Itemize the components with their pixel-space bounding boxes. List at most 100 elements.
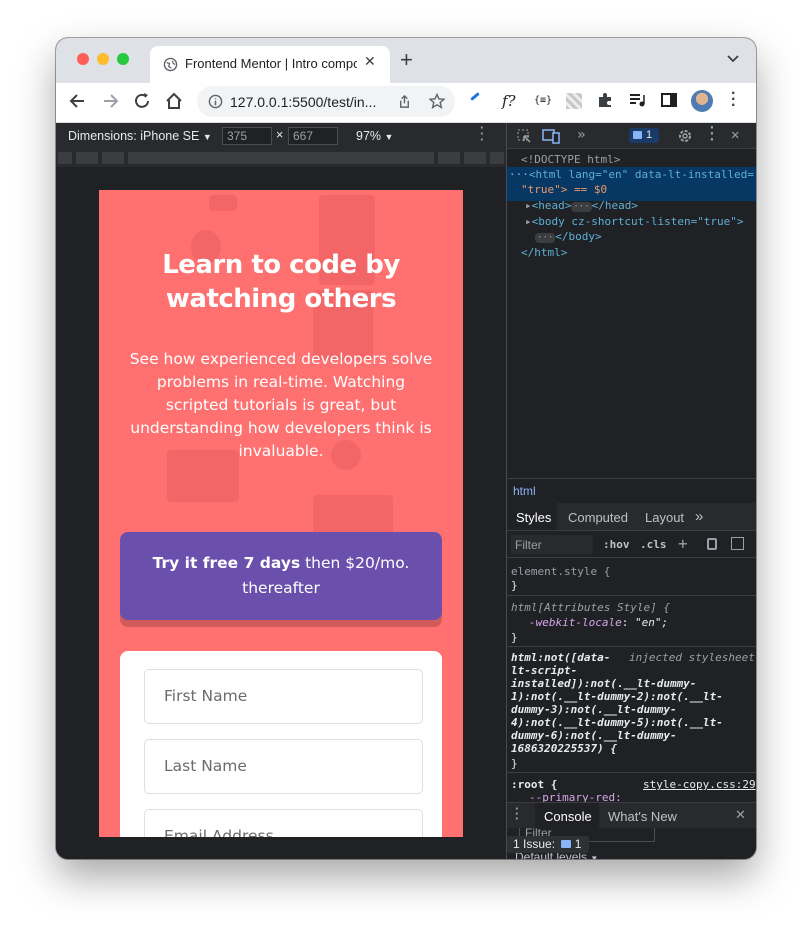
injected-selector-4: 1):not(.__lt-dummy-2):not(.__lt- [511,690,723,703]
browser-window: Frontend Mentor | Intro compo ✕ + 127.0.… [56,38,756,859]
attr-style-rule[interactable]: html[Attributes Style] { [511,601,756,614]
device-more-icon[interactable]: · · · [480,121,484,146]
tab-styles[interactable]: Styles [516,510,551,525]
tab-whats-new[interactable]: What's New [608,809,677,824]
close-window-button[interactable] [77,53,89,65]
breadcrumb: html [507,478,756,502]
zoom-window-button[interactable] [117,53,129,65]
chevron-down-icon[interactable] [726,52,740,66]
media-query-ruler[interactable] [56,149,506,167]
home-icon[interactable] [164,91,184,111]
issues-count: 1 [574,837,582,851]
add-rule-icon[interactable]: + [678,534,688,553]
globe-icon [163,57,178,72]
tab-console[interactable]: Console [544,809,592,824]
ellipsis-badge[interactable]: ··· [535,233,556,243]
signup-form: First Name Last Name Email Address [120,651,442,837]
email-field[interactable]: Email Address [144,809,423,837]
ellipsis-badge[interactable]: ··· [571,202,592,212]
new-tab-button[interactable]: + [400,49,413,71]
device-label: Dimensions: iPhone SE [68,129,200,143]
hov-toggle[interactable]: :hov [603,538,630,551]
element-style-rule[interactable]: element.style { [511,565,756,578]
profile-avatar[interactable] [691,90,713,112]
head-node[interactable]: ▸<head> ··· </head> [525,199,638,212]
first-name-field[interactable]: First Name [144,669,423,724]
minimize-window-button[interactable] [97,53,109,65]
extension-pattern-icon[interactable] [566,93,582,109]
browser-tab[interactable]: Frontend Mentor | Intro compo ✕ [150,46,390,83]
body-node[interactable]: ▸<body cz-shortcut-listen="true"> [525,215,744,228]
locale-prop: -webkit-locale [529,616,622,629]
styles-tabs: Styles Computed Layout » [507,503,756,531]
last-name-field[interactable]: Last Name [144,739,423,794]
rule-close: } [511,757,518,770]
tab-computed[interactable]: Computed [568,510,628,525]
device-dimensions-select[interactable]: Dimensions: iPhone SE ▼ [68,129,212,143]
zoom-select[interactable]: 97% ▼ [356,129,393,143]
hero-body: See how experienced developers solve pro… [129,350,433,460]
puzzle-icon[interactable] [596,91,614,109]
more-menu-icon[interactable]: · · · [731,86,736,114]
extension-json-icon[interactable]: {≡} [534,95,552,106]
share-icon[interactable] [397,94,412,109]
tab-close-icon[interactable]: ✕ [364,53,376,70]
injected-selector-2: lt-script- [511,664,578,677]
issues-counter[interactable]: 1 Issue: 1 [507,836,589,853]
html-open-line-2: "true"> == $0 [521,183,608,196]
forward-icon[interactable] [100,91,120,111]
injected-selector-6: 4):not(.__lt-dummy-5):not(.__lt- [511,716,723,729]
inspect-icon[interactable] [516,128,532,144]
trial-banner: Try it free 7 days then $20/mo. thereaft… [120,532,442,620]
side-panel-icon[interactable] [660,91,678,109]
issues-text: 1 Issue: [513,837,556,851]
paint-icon[interactable] [707,538,717,550]
hero-title: Learn to code by watching others [162,250,400,314]
html-open-line-1: <html lang="en" data-lt-installed= [528,168,755,181]
injected-selector-5: dummy-3):not(.__lt-dummy- [511,703,677,716]
root-source-link[interactable]: style-copy.css:29 [643,778,756,791]
injected-selector-8: 1686320225537) { [511,742,617,755]
drawer-menu-icon[interactable]: · · · [515,802,519,825]
devtools-menu-icon[interactable]: · · · [708,122,716,147]
tab-layout[interactable]: Layout [645,510,684,525]
device-mode-icon[interactable] [542,128,560,144]
cls-toggle[interactable]: .cls [640,538,667,551]
back-icon[interactable] [68,91,88,111]
breadcrumb-html[interactable]: html [513,484,536,498]
more-tabs-icon[interactable]: » [577,127,585,143]
trial-bold-text: Try it free 7 days [152,554,301,572]
bookmark-star-icon[interactable] [429,93,445,109]
devtools-panel: » 1 · · · ✕ <!DOCTYPE html> ···<html lang=… [506,122,756,859]
drawer-tabs: · · · Console What's New ✕ [507,802,756,828]
extension-pen-icon[interactable] [470,92,480,101]
reading-list-icon[interactable] [628,91,646,109]
head-close: </head> [591,199,638,212]
close-devtools-icon[interactable]: ✕ [731,127,739,143]
browser-toolbar: 127.0.0.1:5500/test/in... f? {≡} · · · [56,83,756,123]
times-sign: × [276,128,284,142]
close-drawer-icon[interactable]: ✕ [735,807,746,823]
issues-badge-count: 1 [646,129,653,141]
computed-sidebar-icon[interactable] [731,537,744,550]
styles-filter-input[interactable]: Filter [511,535,593,554]
rule-close: } [511,631,518,644]
reload-icon[interactable] [132,91,152,111]
html-node[interactable]: ···<html lang="en" data-lt-installed= [509,168,754,181]
injected-label: injected stylesheet [629,651,755,664]
extension-formula-icon[interactable]: f? [502,92,516,110]
gear-icon[interactable] [677,128,693,144]
device-viewport: Learn to code by watching others See how… [56,167,506,859]
height-input[interactable]: 667 [288,127,338,145]
info-icon[interactable] [208,94,223,109]
more-panels-icon[interactable]: » [695,508,703,525]
device-toolbar: Dimensions: iPhone SE ▼ 375 × 667 97% ▼ … [56,121,506,149]
injected-selector-7: dummy-6):not(.__lt-dummy- [511,729,677,742]
doctype-node[interactable]: <!DOCTYPE html> [521,153,620,166]
locale-declaration[interactable]: -webkit-locale: "en"; [529,616,756,629]
head-open: <head> [531,199,572,212]
width-input[interactable]: 375 [222,127,272,145]
tab-title: Frontend Mentor | Intro compo [185,56,357,71]
issues-badge[interactable]: 1 [629,128,659,143]
address-bar[interactable]: 127.0.0.1:5500/test/in... [197,86,455,117]
